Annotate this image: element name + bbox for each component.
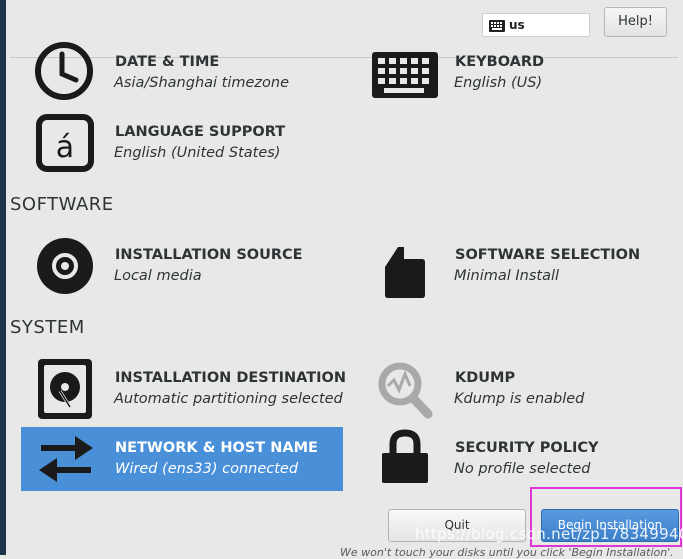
spoke-title: DATE & TIME: [115, 54, 220, 70]
section-heading-system: SYSTEM: [10, 317, 85, 338]
package-icon: [385, 247, 425, 298]
spoke-title: INSTALLATION DESTINATION: [115, 370, 346, 386]
spoke-status: Asia/Shanghai timezone: [114, 75, 290, 91]
window-left-edge: [0, 0, 6, 555]
spoke-title: KDUMP: [455, 370, 516, 386]
keyboard-icon: [372, 52, 438, 98]
keyboard-layout-label: us: [509, 18, 525, 32]
clock-icon: [35, 42, 93, 100]
spoke-status: Automatic partitioning selected: [114, 391, 343, 407]
spoke-title: SOFTWARE SELECTION: [455, 247, 641, 263]
help-button[interactable]: Help!: [604, 7, 667, 37]
spoke-title: LANGUAGE SUPPORT: [115, 124, 286, 140]
spoke-status: Kdump is enabled: [454, 391, 585, 407]
spoke-date-time[interactable]: DATE & TIME Asia/Shanghai timezone: [20, 40, 350, 106]
lock-icon: [382, 429, 428, 483]
spoke-status: Local media: [114, 268, 202, 284]
network-arrows-icon: [39, 436, 93, 482]
spoke-title: SECURITY POLICY: [455, 440, 599, 456]
spoke-title: KEYBOARD: [455, 54, 545, 70]
spoke-network-host-name[interactable]: NETWORK & HOST NAME Wired (ens33) connec…: [21, 427, 343, 491]
svg-text:á: á: [56, 130, 74, 165]
language-icon: á: [36, 114, 94, 172]
spoke-status: English (US): [454, 75, 543, 91]
disc-icon: [37, 238, 93, 294]
spoke-status: English (United States): [114, 145, 281, 161]
section-heading-software: SOFTWARE: [10, 194, 114, 215]
spoke-keyboard[interactable]: KEYBOARD English (US): [360, 40, 680, 106]
spoke-title: INSTALLATION SOURCE: [115, 247, 303, 263]
keyboard-layout-indicator[interactable]: us: [482, 13, 590, 37]
spoke-security-policy[interactable]: SECURITY POLICY No profile selected: [360, 427, 680, 491]
spoke-status: No profile selected: [454, 461, 591, 477]
spoke-kdump[interactable]: KDUMP Kdump is enabled: [360, 356, 680, 422]
spoke-installation-source[interactable]: INSTALLATION SOURCE Local media: [20, 233, 350, 299]
watermark-text: https://blog.csdn.net/zp17834994071: [415, 525, 683, 543]
spoke-status: Minimal Install: [454, 268, 560, 284]
spoke-status: Wired (ens33) connected: [115, 461, 299, 477]
spoke-software-selection[interactable]: SOFTWARE SELECTION Minimal Install: [360, 233, 680, 299]
search-icon: [378, 362, 433, 419]
harddisk-icon: [38, 359, 92, 419]
keyboard-icon: [489, 20, 505, 32]
footer-note: We won't touch your disks until you clic…: [340, 546, 674, 559]
spoke-title: NETWORK & HOST NAME: [115, 440, 318, 456]
spoke-installation-destination[interactable]: INSTALLATION DESTINATION Automatic parti…: [20, 356, 350, 422]
spoke-language-support[interactable]: á LANGUAGE SUPPORT English (United State…: [20, 110, 350, 176]
